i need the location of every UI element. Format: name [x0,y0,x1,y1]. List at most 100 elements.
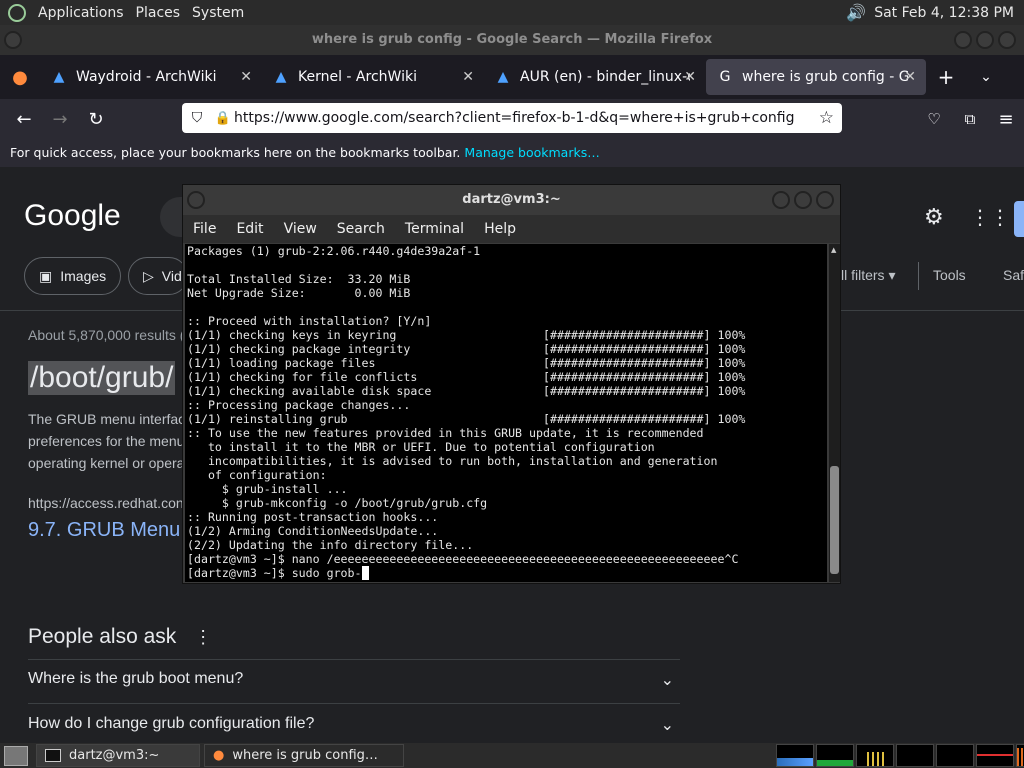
places-menu[interactable]: Places [130,5,187,21]
safesearch-button[interactable]: Saf [1003,267,1024,283]
all-filters-button[interactable]: ll filters ▾ [841,267,895,284]
bottom-taskbar: dartz@vm3:~ ● where is grub config… [0,743,1024,768]
menu-help[interactable]: Help [474,221,526,237]
bookmark-star-icon[interactable]: ☆ [819,108,834,128]
close-tab-icon[interactable]: ✕ [904,69,916,85]
results-count: About 5,870,000 results ( [28,327,185,343]
scrollbar-thumb[interactable] [830,466,839,574]
scroll-up-icon[interactable]: ▲ [831,246,836,254]
terminal-window[interactable]: dartz@vm3:~ File Edit View Search Termin… [182,184,841,584]
close-tab-icon[interactable]: ✕ [240,69,252,85]
distro-logo-icon[interactable] [8,3,26,22]
taskbar-item-firefox[interactable]: ● where is grub config… [204,744,404,767]
cpu-graph [776,744,814,767]
tab-waydroid[interactable]: ▲ Waydroid - ArchWiki ✕ [40,59,262,95]
paa-divider [28,703,680,704]
video-icon: ▷ [143,267,154,284]
volume-icon[interactable]: 🔊 [846,3,866,22]
new-tab-icon[interactable]: + [926,65,966,89]
archwiki-icon: ▲ [275,69,287,85]
people-also-ask-title: People also ask ⋮ [28,625,213,648]
thermal-graph [1016,744,1024,767]
back-icon[interactable]: ← [6,109,42,130]
settings-icon[interactable]: ⚙ [924,205,944,230]
tab-bar: ● ▲ Waydroid - ArchWiki ✕ ▲ Kernel - Arc… [0,55,1024,99]
tab-google-search[interactable]: G where is grub config - Google Search ✕ [706,59,926,95]
archwiki-icon: ▲ [497,69,509,85]
manage-bookmarks-link[interactable]: Manage bookmarks… [464,145,599,160]
minimize-icon[interactable] [772,191,790,209]
firefox-icon: ● [213,748,225,763]
images-chip[interactable]: ▣ Images [24,257,122,295]
maximize-icon[interactable] [976,31,994,49]
load-graph [976,744,1014,767]
bookmarks-toolbar: For quick access, place your bookmarks h… [0,139,1024,167]
url-text[interactable]: https://www.google.com/search?client=fir… [234,110,804,126]
app-menu-icon[interactable]: ≡ [988,109,1024,130]
more-options-icon[interactable]: ⋮ [194,627,212,647]
clock[interactable]: Sat Feb 4, 12:38 PM [874,5,1014,21]
featured-snippet-highlight: /boot/grub/ [28,361,176,395]
system-monitor[interactable] [774,744,1024,767]
lock-icon[interactable]: 🔒 [212,111,234,126]
show-desktop-icon[interactable] [4,745,28,766]
window-menu-icon[interactable] [4,31,22,49]
close-tab-icon[interactable]: ✕ [462,69,474,85]
tab-aur[interactable]: ▲ AUR (en) - binder_linux-dkms ✕ [484,59,706,95]
tools-button[interactable]: Tools [933,267,966,283]
network-graph [896,744,934,767]
memory-graph [816,744,854,767]
terminal-icon [45,749,61,762]
archwiki-icon: ▲ [53,69,65,85]
sign-in-button-edge[interactable] [1014,201,1024,237]
terminal-prompt[interactable]: [dartz@vm3 ~]$ sudo grob- [185,566,827,580]
reload-icon[interactable]: ↻ [78,109,114,130]
system-menu[interactable]: System [186,5,250,21]
bookmarks-hint: For quick access, place your bookmarks h… [10,145,461,160]
minimize-icon[interactable] [954,31,972,49]
chevron-down-icon: ⌄ [660,672,674,689]
firefox-view-icon[interactable]: ● [0,67,40,88]
google-logo[interactable]: Google [24,199,121,233]
close-window-icon[interactable] [816,191,834,209]
paa-question[interactable]: How do I change grub configuration file?… [28,715,680,734]
result-source-url[interactable]: https://access.redhat.con [28,495,184,511]
terminal-lines: Packages (1) grub-2:2.06.r440.g4de39a2af… [187,244,746,566]
extensions-icon[interactable]: ⧉ [952,110,988,128]
close-window-icon[interactable] [998,31,1016,49]
close-tab-icon[interactable]: ✕ [684,69,696,85]
disk-graph [936,744,974,767]
google-icon: G [719,69,731,85]
tab-kernel[interactable]: ▲ Kernel - ArchWiki ✕ [262,59,484,95]
maximize-icon[interactable] [794,191,812,209]
terminal-output[interactable]: Packages (1) grub-2:2.06.r440.g4de39a2af… [185,244,827,582]
forward-icon[interactable]: → [42,109,78,130]
result-title-link[interactable]: 9.7. GRUB Menu [28,519,180,542]
terminal-title: dartz@vm3:~ [462,192,561,207]
menu-edit[interactable]: Edit [226,221,273,237]
menu-view[interactable]: View [274,221,327,237]
paa-divider [28,659,680,660]
menu-search[interactable]: Search [327,221,395,237]
top-panel: Applications Places System 🔊 Sat Feb 4, … [0,0,1024,25]
snippet-text: The GRUB menu interfac preferences for t… [28,411,186,471]
firefox-titlebar: where is grub config - Google Search — M… [0,25,1024,55]
menu-file[interactable]: File [183,221,226,237]
list-tabs-icon[interactable]: ⌄ [966,69,1006,85]
image-icon: ▣ [39,267,53,284]
terminal-menubar: File Edit View Search Terminal Help [183,215,840,243]
videos-chip[interactable]: ▷ Vid [128,257,188,295]
url-bar[interactable]: ⛉ 🔒 https://www.google.com/search?client… [182,103,842,133]
window-title: where is grub config - Google Search — M… [311,32,713,47]
tools-divider [918,262,919,290]
paa-question[interactable]: Where is the grub boot menu? ⌄ [28,670,680,689]
terminal-titlebar[interactable]: dartz@vm3:~ [183,185,840,215]
taskbar-item-terminal[interactable]: dartz@vm3:~ [36,744,200,767]
applications-menu[interactable]: Applications [32,5,130,21]
menu-terminal[interactable]: Terminal [395,221,474,237]
window-menu-icon[interactable] [187,191,205,209]
text-cursor [361,566,369,580]
pocket-icon[interactable]: ♡ [916,110,952,128]
terminal-scrollbar[interactable]: ▲ [829,244,840,582]
tracking-protection-icon[interactable]: ⛉ [182,110,212,126]
